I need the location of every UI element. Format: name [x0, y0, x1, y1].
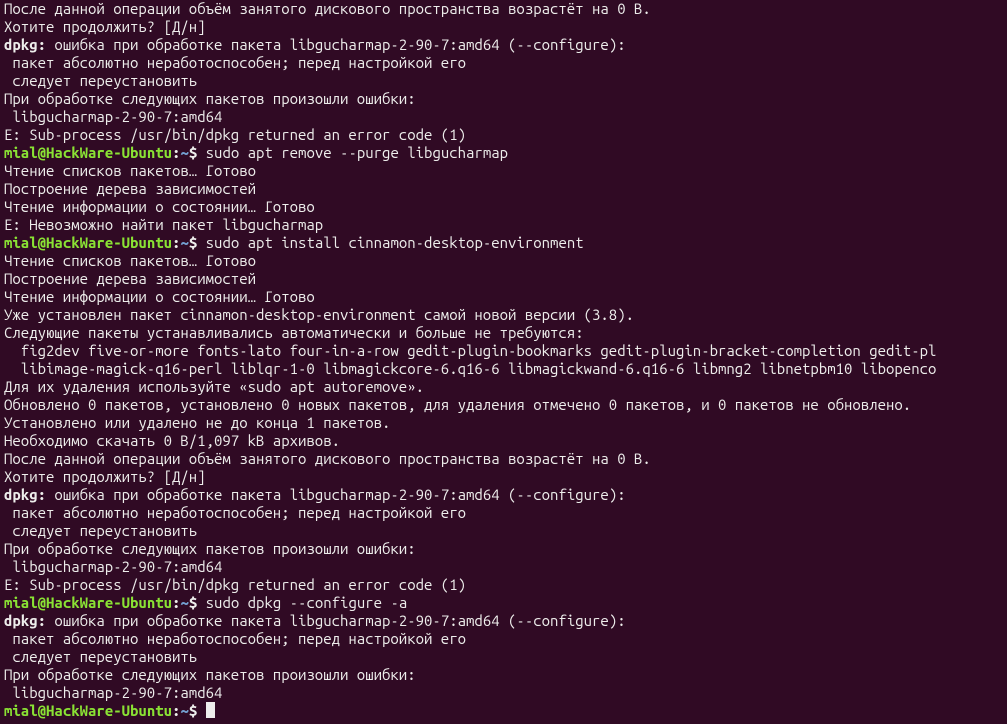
- prompt-line: mial@HackWare-Ubuntu:~$ sudo apt remove …: [4, 144, 1003, 162]
- prompt-host: HackWare-Ubuntu: [46, 702, 172, 719]
- terminal-line: libgucharmap-2-90-7:amd64: [4, 684, 1003, 702]
- terminal-line: При обработке следующих пакетов произошл…: [4, 90, 1003, 108]
- prompt-at: @: [38, 144, 46, 161]
- dpkg-label: dpkg:: [4, 612, 46, 629]
- terminal-output[interactable]: После данной операции объём занятого дис…: [0, 0, 1007, 722]
- terminal-line: E: Невозможно найти пакет libgucharmap: [4, 216, 1003, 234]
- prompt-host: HackWare-Ubuntu: [46, 234, 172, 251]
- prompt-line: mial@HackWare-Ubuntu:~$ sudo apt install…: [4, 234, 1003, 252]
- terminal-line: dpkg: ошибка при обработке пакета libguc…: [4, 486, 1003, 504]
- prompt-dollar: $: [189, 144, 206, 161]
- terminal-line: следует переустановить: [4, 522, 1003, 540]
- prompt-at: @: [38, 702, 46, 719]
- command-text: sudo apt install cinnamon-desktop-enviro…: [206, 234, 584, 251]
- terminal-line: После данной операции объём занятого дис…: [4, 450, 1003, 468]
- dpkg-label: dpkg:: [4, 36, 46, 53]
- dpkg-text: ошибка при обработке пакета libgucharmap…: [46, 36, 626, 53]
- prompt-host: HackWare-Ubuntu: [46, 594, 172, 611]
- command-text: sudo dpkg --configure -a: [206, 594, 408, 611]
- cursor: [206, 702, 215, 718]
- prompt-user: mial: [4, 702, 38, 719]
- terminal-line: Установлено или удалено не до конца 1 па…: [4, 414, 1003, 432]
- terminal-line: Уже установлен пакет cinnamon-desktop-en…: [4, 306, 1003, 324]
- terminal-line: dpkg: ошибка при обработке пакета libguc…: [4, 36, 1003, 54]
- dpkg-text: ошибка при обработке пакета libgucharmap…: [46, 612, 626, 629]
- prompt-path: ~: [180, 234, 188, 251]
- terminal-line: Чтение списков пакетов… Готово: [4, 252, 1003, 270]
- prompt-dollar: $: [189, 594, 206, 611]
- prompt-at: @: [38, 594, 46, 611]
- terminal-line: При обработке следующих пакетов произошл…: [4, 540, 1003, 558]
- terminal-line: пакет абсолютно неработоспособен; перед …: [4, 630, 1003, 648]
- prompt-path: ~: [180, 144, 188, 161]
- terminal-line: Обновлено 0 пакетов, установлено 0 новых…: [4, 396, 1003, 414]
- prompt-path: ~: [180, 594, 188, 611]
- terminal-line: Следующие пакеты устанавливались автомат…: [4, 324, 1003, 342]
- terminal-line: libgucharmap-2-90-7:amd64: [4, 108, 1003, 126]
- terminal-line: Необходимо скачать 0 B/1,097 kB архивов.: [4, 432, 1003, 450]
- terminal-line: Чтение списков пакетов… Готово: [4, 162, 1003, 180]
- terminal-line: пакет абсолютно неработоспособен; перед …: [4, 54, 1003, 72]
- terminal-line: При обработке следующих пакетов произошл…: [4, 666, 1003, 684]
- prompt-dollar: $: [189, 702, 206, 719]
- prompt-user: mial: [4, 144, 38, 161]
- terminal-line: После данной операции объём занятого дис…: [4, 0, 1003, 18]
- terminal-line: E: Sub-process /usr/bin/dpkg returned an…: [4, 126, 1003, 144]
- terminal-line: следует переустановить: [4, 648, 1003, 666]
- terminal-line: следует переустановить: [4, 72, 1003, 90]
- terminal-line: Хотите продолжить? [Д/н]: [4, 18, 1003, 36]
- prompt-host: HackWare-Ubuntu: [46, 144, 172, 161]
- prompt-user: mial: [4, 234, 38, 251]
- dpkg-text: ошибка при обработке пакета libgucharmap…: [46, 486, 626, 503]
- prompt-at: @: [38, 234, 46, 251]
- terminal-line: Чтение информации о состоянии… Готово: [4, 198, 1003, 216]
- prompt-dollar: $: [189, 234, 206, 251]
- terminal-line: libgucharmap-2-90-7:amd64: [4, 558, 1003, 576]
- prompt-path: ~: [180, 702, 188, 719]
- prompt-line: mial@HackWare-Ubuntu:~$ sudo dpkg --conf…: [4, 594, 1003, 612]
- dpkg-label: dpkg:: [4, 486, 46, 503]
- terminal-line: Построение дерева зависимостей: [4, 270, 1003, 288]
- command-text: sudo apt remove --purge libgucharmap: [206, 144, 508, 161]
- terminal-line: libimage-magick-q16-perl liblqr-1-0 libm…: [4, 360, 1003, 378]
- prompt-user: mial: [4, 594, 38, 611]
- terminal-line: Хотите продолжить? [Д/н]: [4, 468, 1003, 486]
- terminal-line: Для их удаления используйте «sudo apt au…: [4, 378, 1003, 396]
- terminal-line: dpkg: ошибка при обработке пакета libguc…: [4, 612, 1003, 630]
- terminal-line: пакет абсолютно неработоспособен; перед …: [4, 504, 1003, 522]
- terminal-line: fig2dev five-or-more fonts-lato four-in-…: [4, 342, 1003, 360]
- terminal-line: Построение дерева зависимостей: [4, 180, 1003, 198]
- terminal-line: Чтение информации о состоянии… Готово: [4, 288, 1003, 306]
- prompt-line: mial@HackWare-Ubuntu:~$: [4, 702, 1003, 720]
- terminal-line: E: Sub-process /usr/bin/dpkg returned an…: [4, 576, 1003, 594]
